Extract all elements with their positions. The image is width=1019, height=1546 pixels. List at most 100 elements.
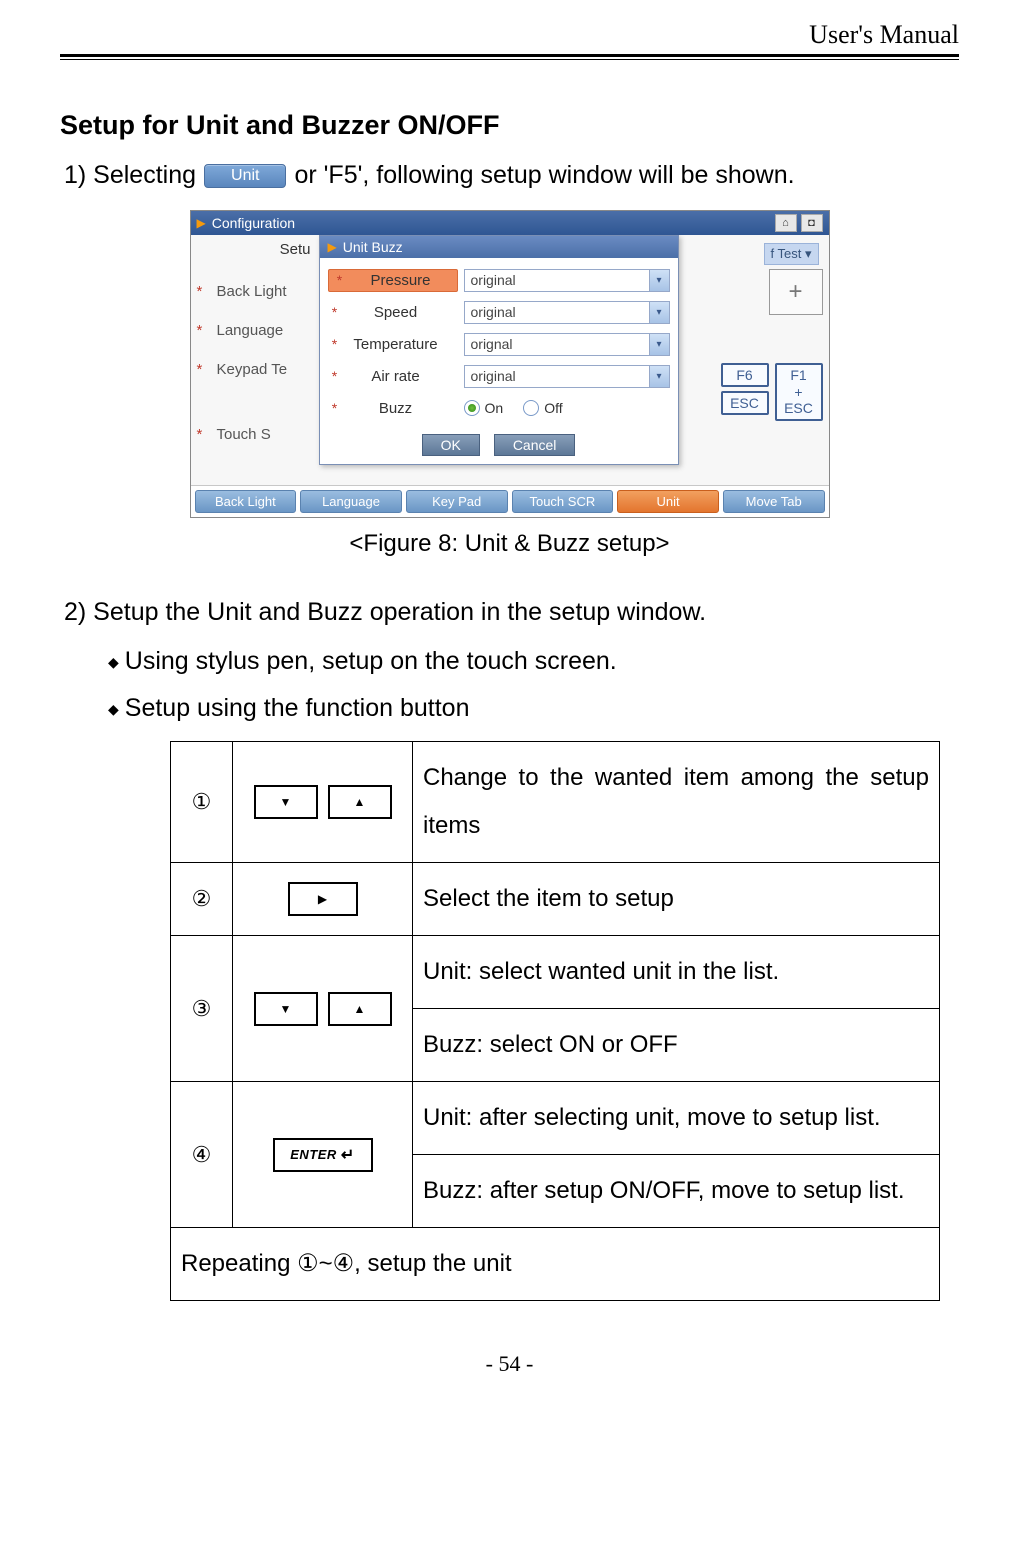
buzz-on-radio[interactable] [464, 400, 480, 416]
chevron-down-icon[interactable]: ▾ [649, 334, 669, 355]
temperature-dropdown[interactable]: orignal ▾ [464, 333, 670, 356]
dropdown-value: original [471, 272, 516, 288]
row-num: ① [171, 742, 233, 863]
table-row: ④ ENTER Unit: after selecting unit, move… [171, 1082, 940, 1155]
f6-key[interactable]: F6 [721, 363, 769, 387]
speed-dropdown[interactable]: original ▾ [464, 301, 670, 324]
row-desc: Buzz: select ON or OFF [413, 1009, 940, 1082]
unit-buzz-dialog: ▶ Unit Buzz *Pressure original▾ *Speed o… [319, 235, 679, 465]
unit-button-inline: Unit [204, 164, 286, 188]
row-num: ② [171, 863, 233, 936]
left-item-touch[interactable]: *Touch S [197, 415, 319, 454]
table-row: Repeating ①~④, setup the unit [171, 1228, 940, 1301]
radio-label: Off [544, 400, 562, 416]
down-key-icon [254, 992, 318, 1026]
ftest-tab[interactable]: f Test ▾ [764, 243, 819, 265]
chevron-down-icon[interactable]: ▾ [649, 270, 669, 291]
bb-unit[interactable]: Unit [617, 490, 719, 513]
cancel-button[interactable]: Cancel [494, 434, 576, 456]
row-num: ③ [171, 936, 233, 1082]
right-panel: f Test ▾ + F6 ESC F1 + ESC [683, 243, 823, 421]
bottom-bar: Back Light Language Key Pad Touch SCR Un… [191, 485, 829, 517]
row-speed[interactable]: *Speed original▾ [328, 296, 670, 328]
left-item-label: Language [217, 322, 284, 339]
row-desc: Unit: after selecting unit, move to setu… [413, 1082, 940, 1155]
table-row: ① Change to the wanted item among the se… [171, 742, 940, 863]
esc-key[interactable]: ESC [721, 391, 769, 415]
left-item-label: Touch S [217, 426, 271, 443]
buzz-off-radio[interactable] [523, 400, 539, 416]
bullet-1: ◆Using stylus pen, setup on the touch sc… [108, 647, 959, 676]
dialog-titlebar: ▶ Unit Buzz [320, 236, 678, 258]
step1-suffix: or 'F5', following setup window will be … [294, 161, 794, 190]
row-label: Temperature [346, 336, 446, 353]
row-label: Pressure [351, 272, 451, 289]
figure-caption: <Figure 8: Unit & Buzz setup> [60, 530, 959, 558]
row-desc: Unit: select wanted unit in the list. [413, 936, 940, 1009]
left-menu: Setu *Back Light *Language *Keypad Te *T… [191, 235, 319, 485]
home-icon[interactable]: ⌂ [775, 214, 797, 232]
table-row: ② Select the item to setup [171, 863, 940, 936]
row-label: Speed [346, 304, 446, 321]
pressure-dropdown[interactable]: original ▾ [464, 269, 670, 292]
setu-tab-fragment: Setu [197, 241, 319, 258]
row-num: ④ [171, 1082, 233, 1228]
camera-icon[interactable]: ◘ [801, 214, 823, 232]
section-title: Setup for Unit and Buzzer ON/OFF [60, 110, 959, 141]
step-2-line: 2) Setup the Unit and Buzz operation in … [64, 598, 959, 627]
step-1-line: 1) Selecting Unit or 'F5', following set… [64, 161, 959, 190]
plus-button[interactable]: + [769, 269, 823, 315]
row-desc: Select the item to setup [413, 863, 940, 936]
main-area: Setu *Back Light *Language *Keypad Te *T… [191, 235, 829, 485]
step1-prefix: 1) Selecting [64, 161, 196, 190]
radio-label: On [485, 400, 504, 416]
chevron-down-icon[interactable]: ▾ [649, 302, 669, 323]
bb-movetab[interactable]: Move Tab [723, 490, 825, 513]
down-key-icon [254, 785, 318, 819]
table-footer: Repeating ①~④, setup the unit [171, 1228, 940, 1301]
row-icons: ENTER [233, 1082, 413, 1228]
row-pressure[interactable]: *Pressure original▾ [328, 264, 670, 296]
dialog-arrow-icon: ▶ [328, 240, 337, 254]
window-titlebar: ▶ Configuration ⌂ ◘ [191, 211, 829, 235]
screenshot-container: ▶ Configuration ⌂ ◘ Setu *Back Light *La… [60, 210, 959, 518]
row-buzz: *Buzz On Off [328, 392, 670, 424]
enter-key-icon: ENTER [273, 1138, 373, 1172]
row-temperature[interactable]: *Temperature orignal▾ [328, 328, 670, 360]
bb-backlight[interactable]: Back Light [195, 490, 297, 513]
page-header: User's Manual [60, 20, 959, 54]
left-item-backlight[interactable]: *Back Light [197, 272, 319, 311]
left-item-label: Back Light [217, 283, 287, 300]
chevron-down-icon[interactable]: ▾ [649, 366, 669, 387]
left-item-keypad[interactable]: *Keypad Te [197, 350, 319, 389]
airrate-dropdown[interactable]: original ▾ [464, 365, 670, 388]
bb-language[interactable]: Language [300, 490, 402, 513]
window-title: Configuration [212, 215, 295, 231]
row-icons [233, 742, 413, 863]
row-label: Air rate [346, 368, 446, 385]
f1-plus-esc-key[interactable]: F1 + ESC [775, 363, 823, 421]
up-key-icon [328, 785, 392, 819]
dropdown-value: original [471, 368, 516, 384]
row-desc: Change to the wanted item among the setu… [413, 742, 940, 863]
left-item-language[interactable]: *Language [197, 311, 319, 350]
table-row: ③ Unit: select wanted unit in the list. [171, 936, 940, 1009]
row-icons [233, 936, 413, 1082]
dropdown-value: original [471, 304, 516, 320]
row-airrate[interactable]: *Air rate original▾ [328, 360, 670, 392]
bullet-2: ◆Setup using the function button [108, 694, 959, 723]
bb-keypad[interactable]: Key Pad [406, 490, 508, 513]
row-label: Buzz [346, 400, 446, 417]
row-icons [233, 863, 413, 936]
title-arrow-icon: ▶ [197, 216, 206, 230]
dropdown-value: orignal [471, 336, 513, 352]
row-desc: Buzz: after setup ON/OFF, move to setup … [413, 1155, 940, 1228]
header-rule [60, 54, 959, 60]
dialog-title-text: Unit Buzz [343, 239, 403, 255]
left-item-label: Keypad Te [217, 361, 288, 378]
right-key-icon [288, 882, 358, 916]
ok-button[interactable]: OK [422, 434, 480, 456]
bb-touchscr[interactable]: Touch SCR [512, 490, 614, 513]
function-table: ① Change to the wanted item among the se… [170, 741, 940, 1301]
screenshot: ▶ Configuration ⌂ ◘ Setu *Back Light *La… [190, 210, 830, 518]
